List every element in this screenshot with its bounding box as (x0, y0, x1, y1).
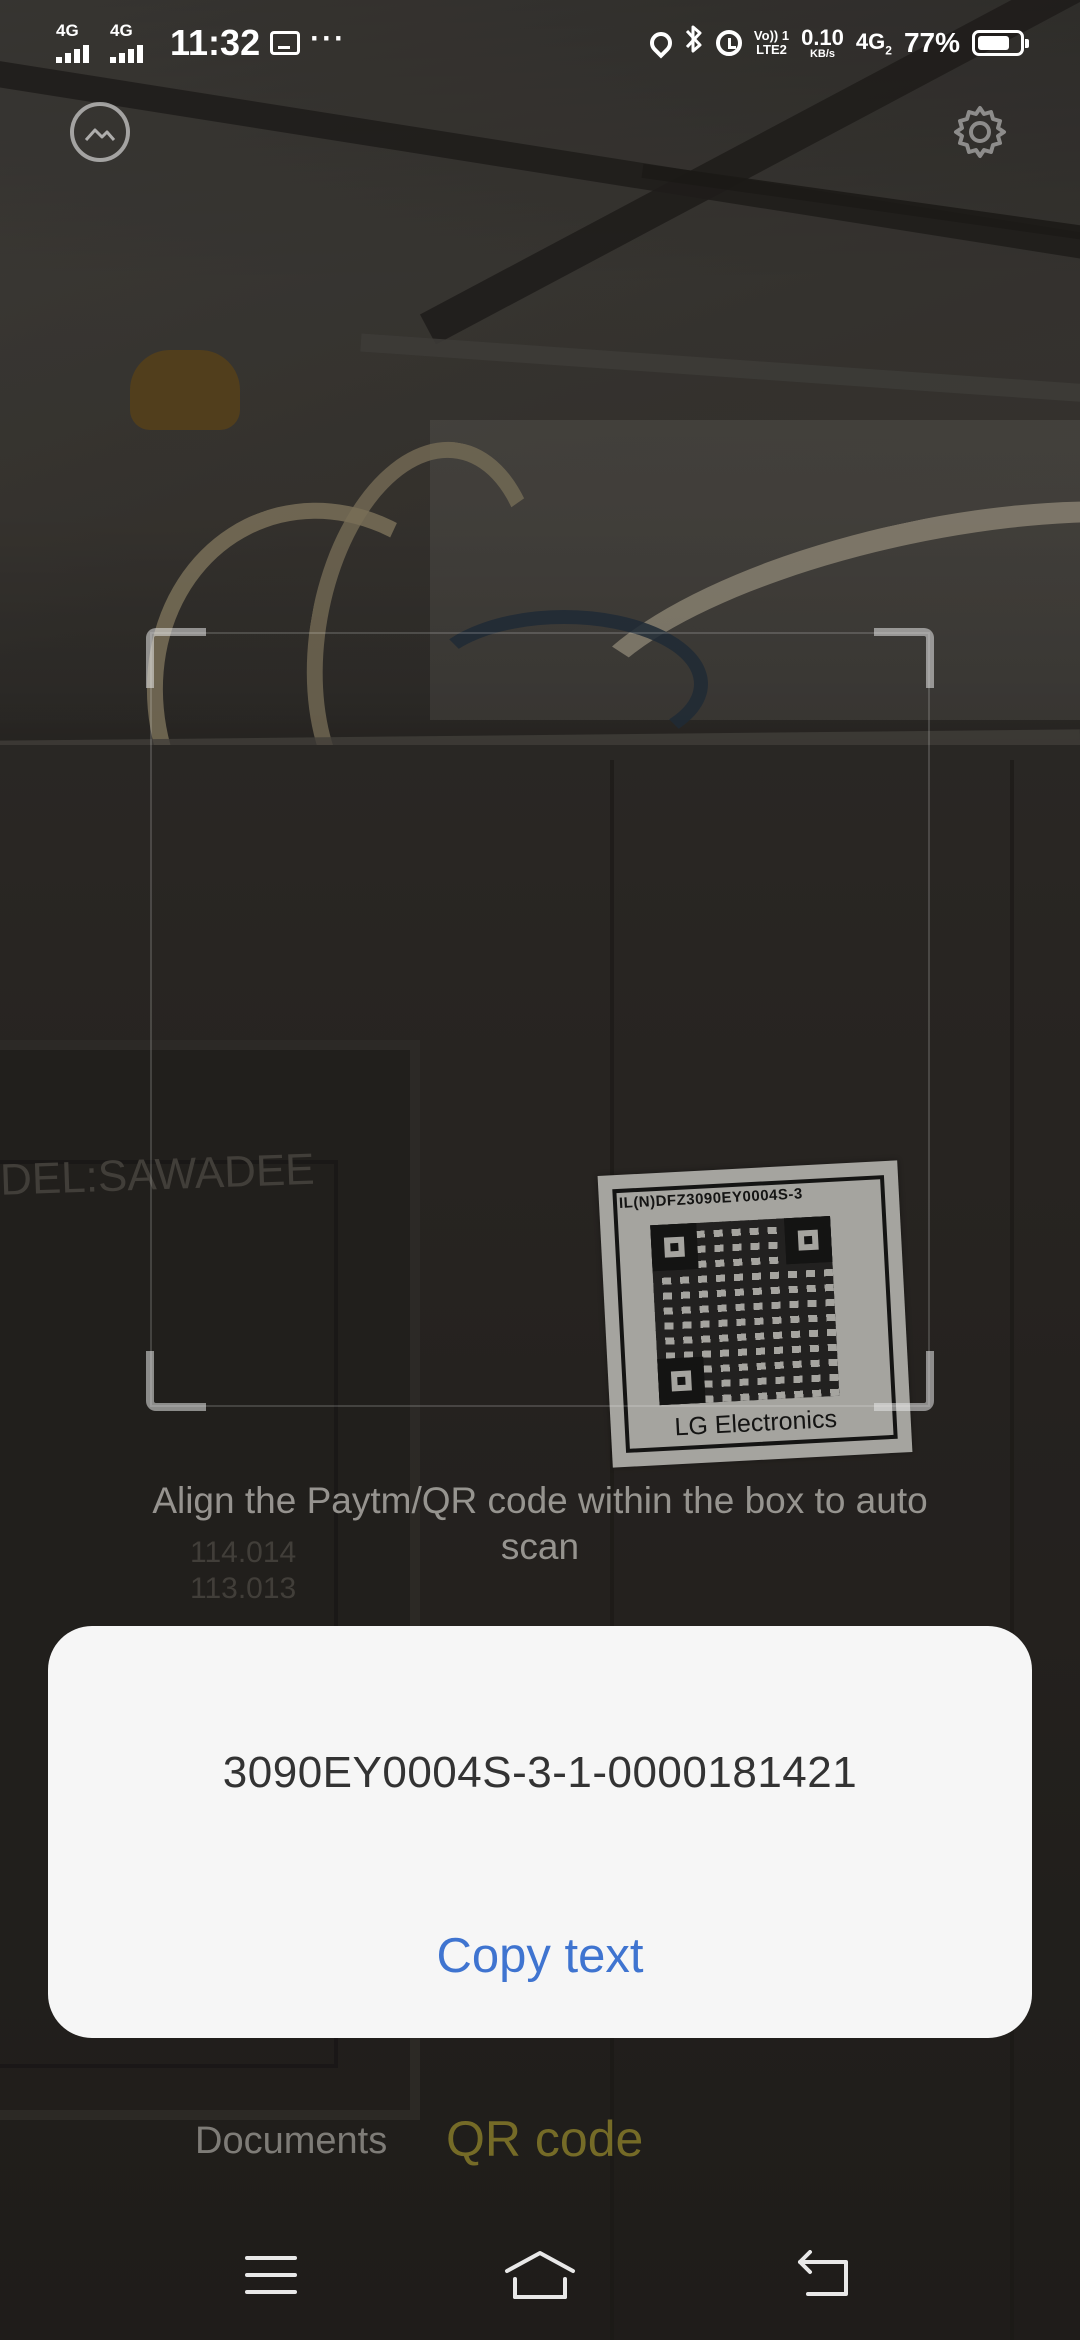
settings-icon (954, 106, 1006, 158)
back-button[interactable] (779, 2240, 869, 2310)
sim2-network-label: 4G (110, 21, 133, 40)
clock: 11:32 (170, 22, 261, 63)
sim1-network-label: 4G (56, 21, 79, 40)
scan-mode-tabs: Documents QR code (0, 2110, 1080, 2180)
navigation-bar (0, 2220, 1080, 2340)
data-network-label: 4G (855, 28, 886, 54)
alarm-icon (715, 30, 742, 56)
tab-qr-code[interactable]: QR code (446, 2110, 643, 2168)
copy-text-button[interactable]: Copy text (390, 1916, 690, 1996)
scan-frame-corner (874, 1351, 934, 1411)
more-notifications-indicator: ··· (310, 22, 347, 55)
gallery-button[interactable] (70, 102, 130, 162)
volte-indicator: Vo)) 1 LTE2 (754, 29, 789, 57)
scan-frame (146, 628, 934, 1411)
battery-fill (978, 36, 1009, 50)
tab-documents[interactable]: Documents (195, 2120, 387, 2163)
menu-icon (245, 2256, 297, 2294)
screen: DEL:SAWADEE 114.014 113.013 IL(N)DFZ3090… (0, 0, 1080, 2340)
signal-icon: 4G (56, 21, 100, 63)
scan-result-dialog: 3090EY0004S-3-1-0000181421 Copy text (48, 1626, 1032, 2038)
status-bar-right: Vo)) 1 LTE2 0.10 KB/s 4G2 77% (645, 16, 1029, 70)
home-button[interactable] (495, 2240, 585, 2310)
status-bar-left: 4G 4G 11:32 ··· (56, 16, 346, 70)
volte-line1: Vo)) 1 (753, 28, 790, 43)
data-network-sub: 2 (885, 43, 892, 58)
scan-frame-corner (874, 628, 934, 688)
status-bar: 4G 4G 11:32 ··· Vo)) 1 LTE2 0.10 KB/s 4G… (0, 0, 1080, 84)
scan-hint: Align the Paytm/QR code within the box t… (152, 1480, 928, 1567)
network-speed-unit: KB/s (809, 47, 836, 60)
scanned-text[interactable]: 3090EY0004S-3-1-0000181421 (48, 1748, 1032, 1798)
data-network-indicator: 4G2 (856, 29, 892, 57)
mail-icon (270, 31, 301, 55)
signal-icon: 4G (110, 21, 154, 63)
location-icon (645, 27, 677, 59)
settings-button[interactable] (950, 102, 1010, 162)
scan-frame-corner (146, 1351, 206, 1411)
gallery-icon (84, 128, 116, 142)
scan-frame-corner (146, 628, 206, 688)
battery-icon (972, 30, 1029, 56)
bluetooth-icon (684, 23, 704, 63)
home-icon (505, 2251, 575, 2299)
battery-percent: 77% (903, 27, 960, 58)
menu-button[interactable] (226, 2240, 316, 2310)
network-speed: 0.10 KB/s (801, 24, 844, 60)
back-icon (798, 2250, 848, 2296)
volte-line2: LTE2 (756, 42, 787, 57)
network-speed-value: 0.10 (801, 24, 844, 50)
